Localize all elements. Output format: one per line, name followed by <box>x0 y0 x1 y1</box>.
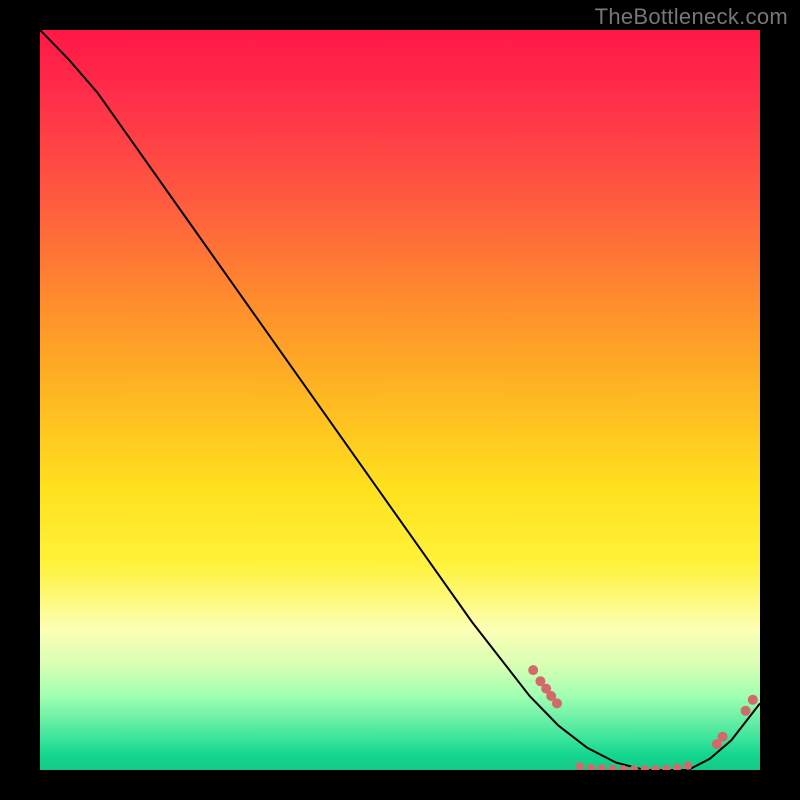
data-point <box>741 706 751 716</box>
chart-overlay <box>40 30 760 770</box>
marker-group <box>528 665 758 770</box>
data-point <box>673 764 681 770</box>
chart-frame: TheBottleneck.com <box>0 0 800 800</box>
data-point <box>552 698 562 708</box>
data-point <box>576 762 584 770</box>
data-point <box>528 665 538 675</box>
data-point <box>651 765 659 770</box>
data-point <box>597 764 605 770</box>
data-point <box>684 761 692 769</box>
data-point <box>608 765 616 770</box>
data-point <box>662 765 670 770</box>
data-point <box>718 732 728 742</box>
watermark-text: TheBottleneck.com <box>595 4 788 30</box>
data-point <box>748 695 758 705</box>
bottleneck-curve <box>40 30 760 770</box>
data-point <box>587 764 595 770</box>
data-point <box>641 765 649 770</box>
